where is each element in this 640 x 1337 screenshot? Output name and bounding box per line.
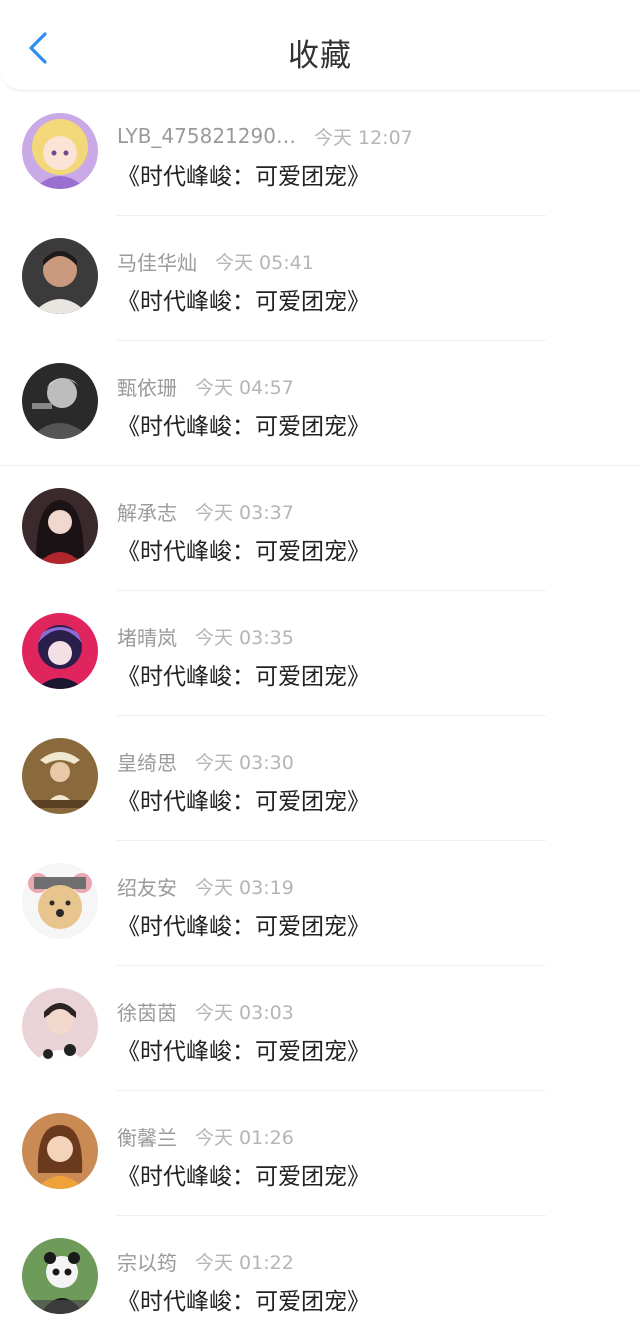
avatar [22,1113,98,1189]
timestamp: 今天 03:37 [195,501,294,524]
item-meta: 衡馨兰 今天 01:26 [117,1123,294,1150]
avatar [22,238,98,314]
item-title: 《时代峰峻：可爱团宠》 [117,914,370,940]
user-name: 皇绮思 [117,750,177,775]
user-name: 绍友安 [117,875,177,900]
list-item[interactable]: 马佳华灿 今天 05:41 《时代峰峻：可爱团宠》 [0,216,640,341]
avatar [22,363,98,439]
user-name: 甄依珊 [117,375,177,400]
avatar [22,738,98,814]
avatar [22,488,98,564]
item-meta: 宗以筠 今天 01:22 [117,1248,294,1275]
list-item[interactable]: 徐茵茵 今天 03:03 《时代峰峻：可爱团宠》 [0,966,640,1091]
favorites-screen: 收藏 LYB_475821290… 今天 12:07 《时代峰峻：可爱团宠》 马… [0,0,640,1337]
header-bar: 收藏 [0,0,640,91]
item-meta: 甄依珊 今天 04:57 [117,373,294,400]
item-meta: 皇绮思 今天 03:30 [117,748,294,775]
item-title: 《时代峰峻：可爱团宠》 [117,664,370,690]
item-title: 《时代峰峻：可爱团宠》 [117,539,370,565]
item-meta: 解承志 今天 03:37 [117,498,294,525]
item-meta: 绍友安 今天 03:19 [117,873,294,900]
timestamp: 今天 03:35 [195,626,294,649]
item-title: 《时代峰峻：可爱团宠》 [117,289,370,315]
list-item[interactable]: 宗以筠 今天 01:22 《时代峰峻：可爱团宠》 [0,1216,640,1337]
list-item[interactable]: 皇绮思 今天 03:30 《时代峰峻：可爱团宠》 [0,716,640,841]
user-name: 堵晴岚 [117,625,177,650]
timestamp: 今天 03:30 [195,751,294,774]
item-meta: 徐茵茵 今天 03:03 [117,998,294,1025]
list-item[interactable]: 解承志 今天 03:37 《时代峰峻：可爱团宠》 [0,466,640,591]
avatar [22,613,98,689]
user-name: 衡馨兰 [117,1125,177,1150]
avatar [22,113,98,189]
list-item[interactable]: 衡馨兰 今天 01:26 《时代峰峻：可爱团宠》 [0,1091,640,1216]
list-item[interactable]: 绍友安 今天 03:19 《时代峰峻：可爱团宠》 [0,841,640,966]
favorites-list: LYB_475821290… 今天 12:07 《时代峰峻：可爱团宠》 马佳华灿… [0,91,640,1337]
item-title: 《时代峰峻：可爱团宠》 [117,164,370,190]
item-meta: 堵晴岚 今天 03:35 [117,623,294,650]
timestamp: 今天 03:19 [195,876,294,899]
user-name: 解承志 [117,500,177,525]
user-name: 马佳华灿 [117,250,197,275]
item-title: 《时代峰峻：可爱团宠》 [117,789,370,815]
item-meta: 马佳华灿 今天 05:41 [117,248,314,275]
item-title: 《时代峰峻：可爱团宠》 [117,1039,370,1065]
page-title: 收藏 [288,38,352,74]
list-item[interactable]: 堵晴岚 今天 03:35 《时代峰峻：可爱团宠》 [0,591,640,716]
timestamp: 今天 03:03 [195,1001,294,1024]
user-name: LYB_475821290… [117,124,296,148]
timestamp: 今天 12:07 [313,126,413,149]
item-title: 《时代峰峻：可爱团宠》 [117,414,370,440]
avatar [22,988,98,1064]
avatar [22,1238,98,1314]
timestamp: 今天 04:57 [195,376,294,399]
item-title: 《时代峰峻：可爱团宠》 [117,1289,370,1315]
avatar [22,863,98,939]
timestamp: 今天 01:22 [195,1251,294,1274]
list-item[interactable]: 甄依珊 今天 04:57 《时代峰峻：可爱团宠》 [0,341,640,466]
timestamp: 今天 05:41 [215,251,314,274]
item-meta: LYB_475821290… 今天 12:07 [117,123,413,149]
list-item[interactable]: LYB_475821290… 今天 12:07 《时代峰峻：可爱团宠》 [0,91,640,216]
timestamp: 今天 01:26 [195,1126,294,1149]
item-title: 《时代峰峻：可爱团宠》 [117,1164,370,1190]
user-name: 宗以筠 [117,1250,177,1275]
user-name: 徐茵茵 [117,1000,177,1025]
